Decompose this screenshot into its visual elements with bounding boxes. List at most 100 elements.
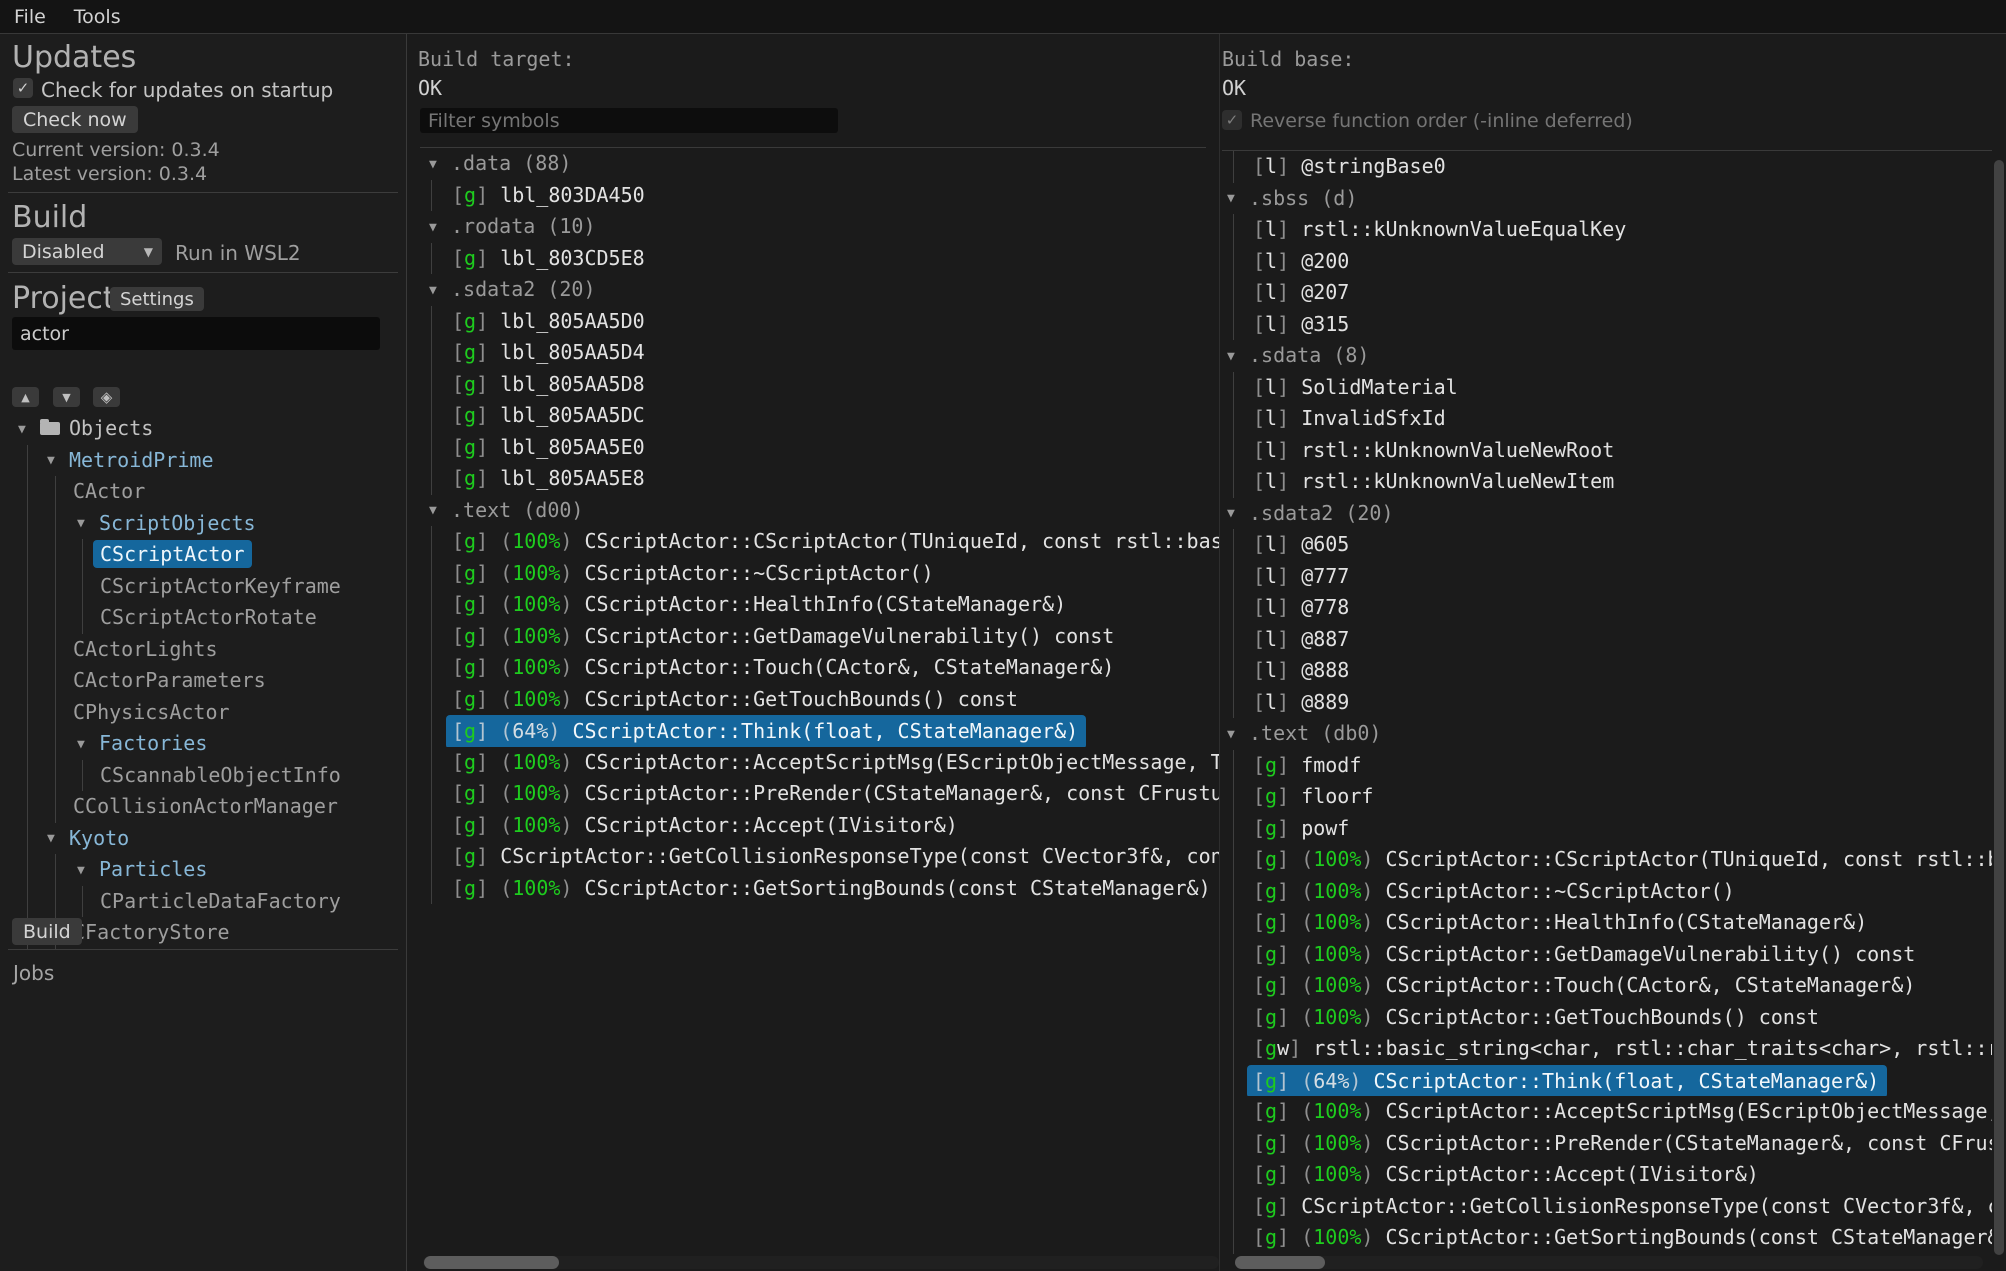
collapse-triangle-icon[interactable]: ▼ [429,275,451,306]
section-row[interactable]: ▼.rodata (10) [407,211,1219,243]
section-row[interactable]: ▼.data (88) [407,148,1219,180]
tree-item-CScriptActorRotate[interactable]: CScriptActorRotate [0,602,406,634]
symbol-row[interactable]: [l] SolidMaterial [1222,372,1992,404]
symbol-row[interactable]: [g] (100%) CScriptActor::~CScriptActor() [407,558,1219,590]
symbol-row[interactable]: [l] @stringBase0 [1222,151,1992,183]
base-hscrollbar-track[interactable] [1235,1256,1983,1269]
target-hscrollbar-thumb[interactable] [424,1256,559,1269]
tree-item-Kyoto[interactable]: ▼Kyoto [0,823,406,855]
symbol-row[interactable]: [g] (100%) CScriptActor::CScriptActor(TU… [1222,844,1992,876]
filter-symbols-input[interactable] [420,108,838,133]
symbol-row[interactable]: [g] lbl_805AA5E0 [407,432,1219,464]
symbol-row[interactable]: [g] (100%) CScriptActor::CScriptActor(TU… [407,526,1219,558]
tree-item-CActor[interactable]: CActor [0,476,406,508]
symbol-row[interactable]: [g] CScriptActor::GetCollisionResponseTy… [1222,1191,1992,1223]
tree-item-Particles[interactable]: ▼Particles [0,854,406,886]
symbol-row[interactable]: [g] (100%) CScriptActor::HealthInfo(CSta… [407,589,1219,621]
symbol-row[interactable]: [g] (100%) CScriptActor::Touch(CActor&, … [1222,970,1992,1002]
build-mode-dropdown[interactable]: Disabled ▼ [12,238,162,265]
symbol-row[interactable]: [l] @315 [1222,309,1992,341]
symbol-row[interactable]: [l] InvalidSfxId [1222,403,1992,435]
symbol-row[interactable]: [g] (100%) CScriptActor::Touch(CActor&, … [407,652,1219,684]
symbol-row[interactable]: [l] @778 [1222,592,1992,624]
symbol-row[interactable]: [g] lbl_805AA5E8 [407,463,1219,495]
menu-file[interactable]: File [0,6,60,28]
reverse-order-checkbox[interactable]: ✓ [1222,110,1242,130]
section-row[interactable]: ▼.text (db0) [1222,718,1992,750]
collapse-triangle-icon[interactable]: ▼ [77,508,99,540]
tree-item-CParticleDataFactory[interactable]: CParticleDataFactory [0,886,406,918]
tree-item-CCollisionActorManager[interactable]: CCollisionActorManager [0,791,406,823]
symbol-row[interactable]: [l] rstl::kUnknownValueNewItem [1222,466,1992,498]
symbol-row[interactable]: [g] fmodf [1222,750,1992,782]
symbol-row[interactable]: [g] (100%) CScriptActor::AcceptScriptMsg… [407,747,1219,779]
section-row[interactable]: ▼.sdata (8) [1222,340,1992,372]
tree-item-Objects[interactable]: ▼Objects [0,413,406,445]
symbol-row[interactable]: [l] @777 [1222,561,1992,593]
symbol-row[interactable]: [g] (100%) CScriptActor::GetTouchBounds(… [1222,1002,1992,1034]
tree-item-MetroidPrime[interactable]: ▼MetroidPrime [0,445,406,477]
tree-item-ScriptObjects[interactable]: ▼ScriptObjects [0,508,406,540]
symbol-row[interactable]: [l] rstl::kUnknownValueNewRoot [1222,435,1992,467]
collapse-triangle-icon[interactable]: ▼ [77,729,99,761]
collapse-triangle-icon[interactable]: ▼ [429,495,451,526]
section-row[interactable]: ▼.sbss (d) [1222,183,1992,215]
symbol-row[interactable]: [g] lbl_805AA5D4 [407,337,1219,369]
symbol-row[interactable]: [l] @888 [1222,655,1992,687]
project-settings-button[interactable]: Settings [110,287,204,311]
collapse-triangle-icon[interactable]: ▼ [47,445,69,477]
collapse-triangle-icon[interactable]: ▼ [1227,498,1249,529]
symbol-row[interactable]: [g] lbl_805AA5DC [407,400,1219,432]
symbol-row[interactable]: [g] (100%) CScriptActor::Accept(IVisitor… [407,810,1219,842]
locate-button[interactable]: ◈ [93,387,120,407]
symbol-row[interactable]: [g] floorf [1222,781,1992,813]
check-now-button[interactable]: Check now [12,106,138,133]
collapse-triangle-icon[interactable]: ▼ [1227,183,1249,214]
prev-match-button[interactable]: ▲ [12,387,39,407]
symbol-row[interactable]: [g] lbl_805AA5D0 [407,306,1219,338]
symbol-row[interactable]: [l] rstl::kUnknownValueEqualKey [1222,214,1992,246]
symbol-row[interactable]: [g] (100%) CScriptActor::PreRender(CStat… [407,778,1219,810]
collapse-triangle-icon[interactable]: ▼ [429,149,451,180]
menu-tools[interactable]: Tools [60,6,135,28]
tree-item-Factories[interactable]: ▼Factories [0,728,406,760]
collapse-triangle-icon[interactable]: ▼ [1227,719,1249,750]
symbol-row[interactable]: [g] (64%) CScriptActor::Think(float, CSt… [1222,1065,1992,1097]
symbol-row[interactable]: [g] (100%) CScriptActor::Accept(IVisitor… [1222,1159,1992,1191]
symbol-row[interactable]: [l] @200 [1222,246,1992,278]
symbol-row[interactable]: [g] (100%) CScriptActor::HealthInfo(CSta… [1222,907,1992,939]
tree-item-CActorParameters[interactable]: CActorParameters [0,665,406,697]
updates-startup-checkbox[interactable]: ✓ [13,78,33,98]
base-vscrollbar-thumb[interactable] [1994,160,2004,1255]
symbol-row[interactable]: [g] (64%) CScriptActor::Think(float, CSt… [407,715,1219,747]
symbol-row[interactable]: [g] (100%) CScriptActor::GetDamageVulner… [407,621,1219,653]
symbol-row[interactable]: [g] lbl_803DA450 [407,180,1219,212]
tree-item-CScriptActorKeyframe[interactable]: CScriptActorKeyframe [0,571,406,603]
collapse-triangle-icon[interactable]: ▼ [47,823,69,855]
tree-item-CScriptActor[interactable]: CScriptActor [0,539,406,571]
symbol-row[interactable]: [g] powf [1222,813,1992,845]
section-row[interactable]: ▼.sdata2 (20) [407,274,1219,306]
collapse-triangle-icon[interactable]: ▼ [77,855,99,887]
symbol-row[interactable]: [g] (100%) CScriptActor::AcceptScriptMsg… [1222,1096,1992,1128]
collapse-triangle-icon[interactable]: ▼ [18,414,40,446]
section-row[interactable]: ▼.sdata2 (20) [1222,498,1992,530]
symbol-row[interactable]: [g] (100%) CScriptActor::GetTouchBounds(… [407,684,1219,716]
base-hscrollbar-thumb[interactable] [1235,1256,1325,1269]
tree-item-CScannableObjectInfo[interactable]: CScannableObjectInfo [0,760,406,792]
symbol-row[interactable]: [g] (100%) CScriptActor::PreRender(CStat… [1222,1128,1992,1160]
symbol-row[interactable]: [g] (100%) CScriptActor::GetDamageVulner… [1222,939,1992,971]
symbol-row[interactable]: [l] @605 [1222,529,1992,561]
symbol-row[interactable]: [g] lbl_805AA5D8 [407,369,1219,401]
symbol-row[interactable]: [l] @887 [1222,624,1992,656]
symbol-row[interactable]: [g] (100%) CScriptActor::GetSortingBound… [407,873,1219,905]
symbol-row[interactable]: [l] @207 [1222,277,1992,309]
symbol-row[interactable]: [g] lbl_803CD5E8 [407,243,1219,275]
build-button[interactable]: Build [12,918,82,945]
collapse-triangle-icon[interactable]: ▼ [1227,341,1249,372]
tree-item-CActorLights[interactable]: CActorLights [0,634,406,666]
project-search-input[interactable] [12,317,380,350]
symbol-row[interactable]: [l] @889 [1222,687,1992,719]
collapse-triangle-icon[interactable]: ▼ [429,212,451,243]
next-match-button[interactable]: ▼ [53,387,80,407]
